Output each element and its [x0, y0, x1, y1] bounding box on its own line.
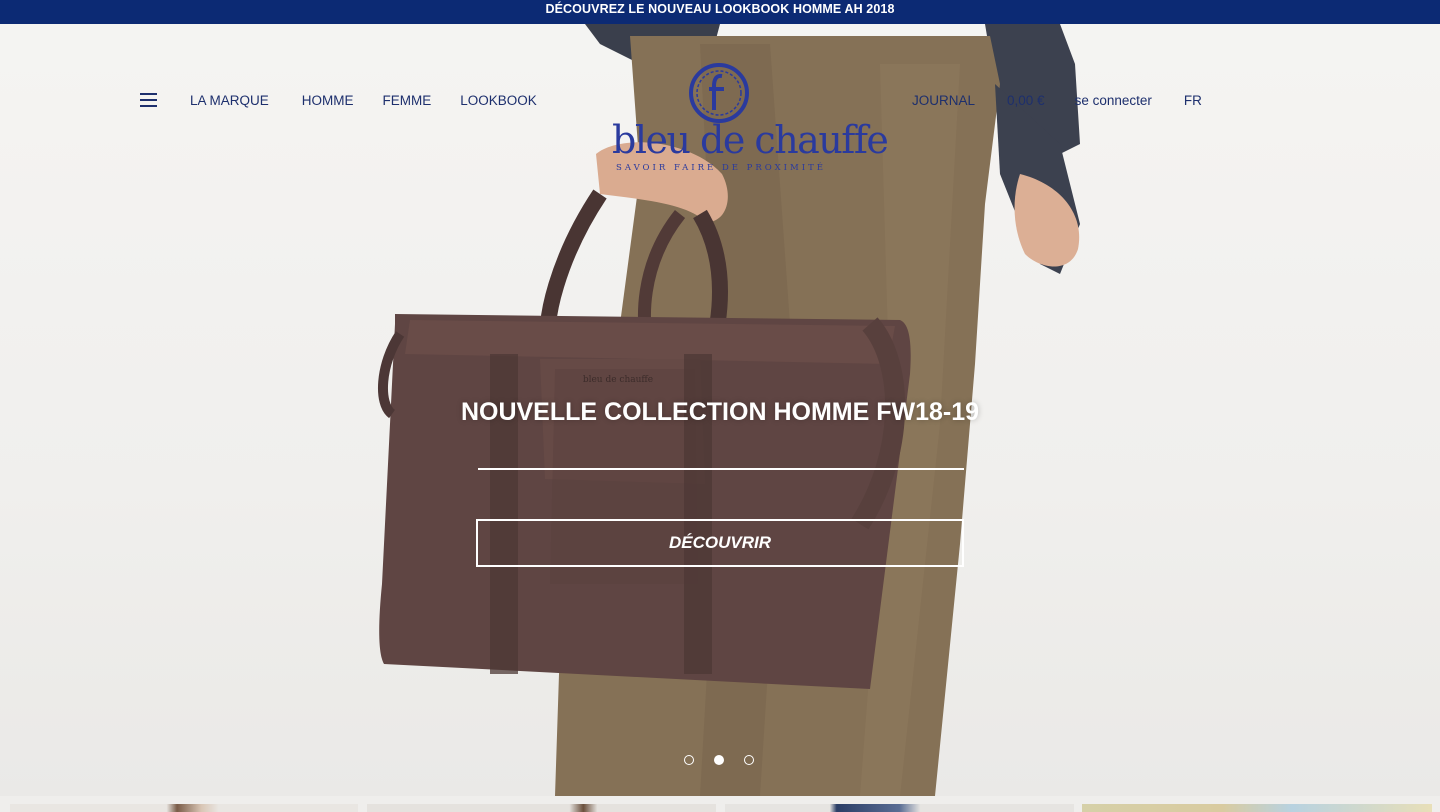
category-thumbnails: [0, 804, 1440, 812]
slider-dot-3[interactable]: [744, 755, 754, 765]
language-switch[interactable]: FR: [1184, 93, 1202, 108]
main-nav-left: LA MARQUE HOMME FEMME LOOKBOOK: [140, 90, 537, 110]
slider-dot-1[interactable]: [684, 755, 694, 765]
logo-tagline: SAVOIR FAIRE DE PROXIMITÉ: [616, 163, 826, 173]
thumbnail-2[interactable]: [367, 804, 716, 812]
logo-emblem-icon: [689, 63, 749, 123]
nav-journal[interactable]: JOURNAL: [912, 93, 975, 108]
slider-dots: [684, 755, 754, 765]
thumbnail-4[interactable]: [1082, 804, 1432, 812]
cart-total[interactable]: 0,00 €: [1007, 93, 1045, 108]
discover-button[interactable]: DÉCOUVRIR: [476, 519, 964, 567]
announcement-banner[interactable]: DÉCOUVREZ LE NOUVEAU LOOKBOOK HOMME AH 2…: [0, 0, 1440, 24]
login-link[interactable]: se connecter: [1075, 93, 1152, 108]
nav-femme[interactable]: FEMME: [383, 93, 432, 108]
logo-wordmark: bleu de chauffe: [612, 118, 889, 162]
hero-divider: [478, 468, 964, 470]
slider-dot-2[interactable]: [714, 755, 724, 765]
main-nav-right: JOURNAL 0,00 € se connecter FR: [912, 90, 1202, 110]
nav-homme[interactable]: HOMME: [302, 93, 354, 108]
thumbnail-3[interactable]: [725, 804, 1074, 812]
hero-slider: bleu de chauffe LA MARQUE HOMME FEMME LO…: [0, 24, 1440, 796]
nav-la-marque[interactable]: LA MARQUE: [190, 93, 269, 108]
thumbnail-1[interactable]: [10, 804, 358, 812]
hamburger-menu-icon[interactable]: [140, 93, 158, 107]
nav-lookbook[interactable]: LOOKBOOK: [460, 93, 537, 108]
hero-title: NOUVELLE COLLECTION HOMME FW18-19: [460, 398, 980, 426]
brand-logo[interactable]: bleu de chauffe SAVOIR FAIRE DE PROXIMIT…: [612, 62, 889, 180]
announcement-text[interactable]: DÉCOUVREZ LE NOUVEAU LOOKBOOK HOMME AH 2…: [545, 2, 894, 16]
